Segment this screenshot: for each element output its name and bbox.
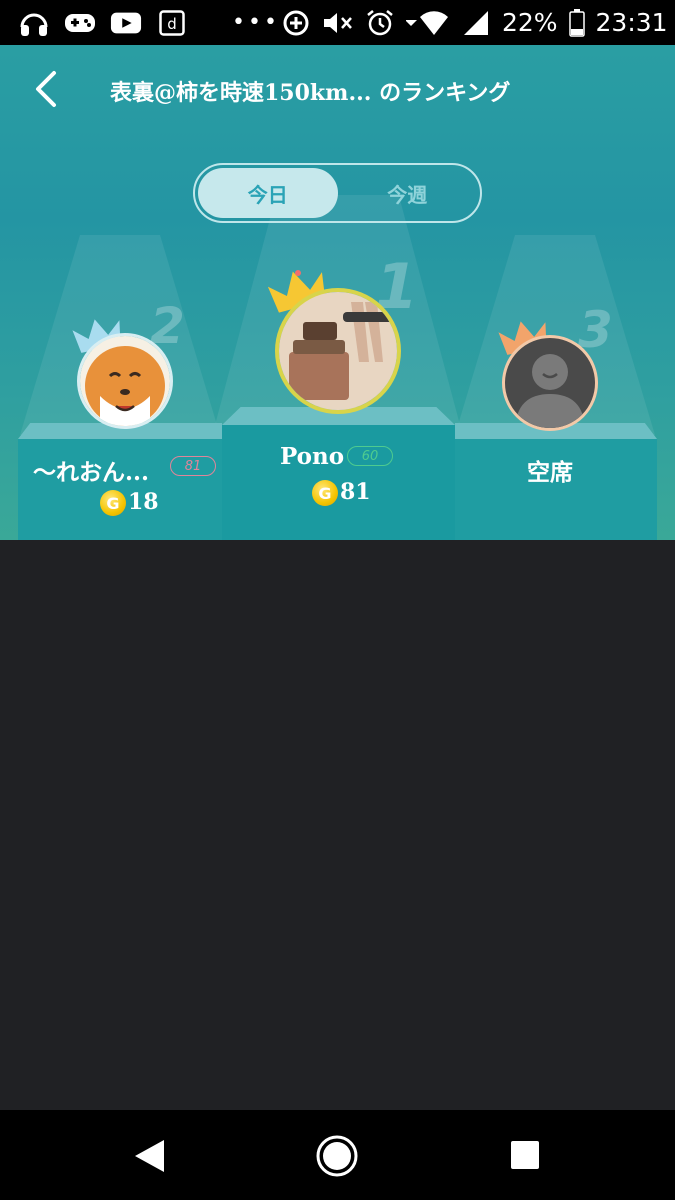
wifi-icon — [405, 9, 450, 37]
tab-today[interactable]: 今日 — [198, 168, 338, 218]
player-name-second: 〜れおん... — [33, 459, 150, 486]
chevron-left-icon — [36, 71, 56, 107]
page-title: 表裏@柿を時速150km... のランキング — [110, 80, 511, 106]
battery-percent: 22% — [501, 8, 558, 37]
level-badge-first: 60 — [347, 446, 393, 466]
recents-square-icon[interactable] — [510, 1140, 540, 1170]
alarm-icon — [364, 9, 396, 37]
mute-icon — [322, 9, 354, 37]
period-tabs: 今日 今週 — [193, 163, 482, 223]
player-name-first: Pono — [280, 443, 345, 470]
ranking-list-area — [0, 540, 675, 1110]
coin-count-first: 81 — [340, 479, 371, 505]
back-triangle-icon[interactable] — [132, 1138, 168, 1174]
player-name-third: 空席 — [527, 459, 573, 486]
coin-count-second: 18 — [128, 489, 159, 515]
tab-this-week[interactable]: 今週 — [338, 168, 478, 218]
coin-icon-first: G — [312, 480, 338, 506]
back-button[interactable] — [28, 67, 68, 111]
battery-icon — [568, 8, 586, 37]
home-circle-icon[interactable] — [315, 1134, 359, 1178]
level-badge-second: 81 — [170, 456, 216, 476]
avatar-second[interactable] — [77, 333, 173, 429]
youtube-icon — [110, 9, 142, 37]
navigation-bar — [0, 1110, 675, 1200]
more-notifications-icon: ••• — [232, 10, 280, 35]
headphones-icon — [18, 9, 50, 37]
ranking-panel: 表裏@柿を時速150km... のランキング 今日 今週 1 2 3 〜れおん.… — [0, 45, 675, 540]
game-controller-icon — [64, 9, 96, 37]
d-app-icon: d — [156, 9, 188, 37]
coin-icon-second: G — [100, 490, 126, 516]
status-bar: d ••• 22% 23:31 — [0, 0, 675, 45]
clock: 23:31 — [595, 8, 668, 37]
data-saver-icon — [280, 9, 312, 37]
svg-text:d: d — [167, 15, 177, 33]
avatar-first[interactable] — [275, 288, 401, 414]
signal-icon — [460, 9, 492, 37]
avatar-third-empty[interactable] — [502, 335, 598, 431]
